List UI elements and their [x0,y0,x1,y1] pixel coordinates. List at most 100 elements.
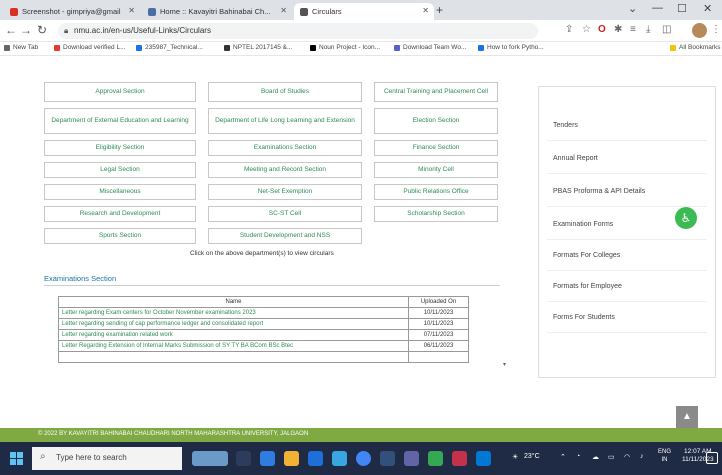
bookmark-item[interactable]: Download Team Wo... [394,44,466,51]
table-header-row: Name Uploaded On [58,296,469,308]
url-input[interactable]: 🔒︎ nmu.ac.in/en-us/Useful-Links/Circular… [58,23,538,39]
divider [547,173,707,174]
sidebar-link[interactable]: Forms For Students [553,314,615,321]
sidebar-link[interactable]: PBAS Proforma & API Details [553,188,645,195]
network-icon[interactable]: ◔ [576,453,580,460]
department-link[interactable]: Sports Section [44,228,196,244]
tab-circulars[interactable]: Circulars ✕ [294,3,434,20]
wifi-icon[interactable]: ◠ [624,453,630,461]
department-link[interactable]: Minority Cell [374,162,498,178]
teams-icon[interactable] [404,451,419,466]
maximize-icon[interactable]: ☐ [677,2,687,15]
department-link[interactable]: Student Development and NSS [208,228,362,244]
volume-icon[interactable]: ♪ [640,453,644,460]
tab-screenshot[interactable]: Screenshot - gimpriya@gmail ✕ [4,3,140,20]
windows-start-icon[interactable] [10,452,23,465]
star-icon[interactable]: ☆ [582,24,591,35]
circular-link[interactable]: Letter Regarding Extension of Internal M… [58,340,409,352]
plus-icon[interactable]: + [436,3,443,17]
mail-icon[interactable] [332,451,347,466]
menu-icon[interactable]: ⋮ [711,24,721,35]
edge-icon[interactable] [260,451,275,466]
bookmark-item[interactable]: Noun Project - Icon... [310,44,380,51]
circular-link[interactable]: Letter regarding Exam centers for Octobe… [58,307,409,319]
department-link[interactable]: Legal Section [44,162,196,178]
bookmark-label: All Bookmarks [679,44,721,51]
bookmark-item[interactable]: New Tab [4,44,38,51]
avatar[interactable] [692,23,707,38]
department-link[interactable]: Public Relations Office [374,184,498,200]
scroll-down-icon[interactable]: ▾ [503,361,506,368]
bookmark-item[interactable]: How to fork Pytho... [478,44,544,51]
department-link[interactable]: Finance Section [374,140,498,156]
department-link[interactable]: Central Training and Placement Cell [374,82,498,102]
bookmark-label: 235987_Technical... [145,44,203,51]
close-icon[interactable]: ✕ [280,6,287,15]
department-link[interactable]: Department of External Education and Lea… [44,108,196,134]
battery-icon[interactable]: ▭ [608,453,615,461]
department-link[interactable]: Board of Studies [208,82,362,102]
task-view-icon[interactable] [236,451,251,466]
reload-icon[interactable]: ↻ [37,23,47,37]
download-icon[interactable]: ⤓ [646,24,650,35]
back-to-top-button[interactable]: ▲ [676,406,698,428]
language-indicator[interactable]: ENG IN [658,449,671,465]
circular-link[interactable]: Letter regarding examination related wor… [58,329,409,341]
accessibility-icon[interactable]: ♿︎ [675,207,697,229]
forward-icon[interactable]: → [20,23,32,37]
department-link[interactable]: Research and Development [44,206,196,222]
department-link[interactable]: Meeting and Record Section [208,162,362,178]
extensions-icon[interactable]: ✱ [614,24,622,35]
reading-list-icon[interactable]: ≡ [630,24,636,35]
upload-date: 06/11/2023 [408,340,469,352]
app-icon[interactable] [476,451,491,466]
department-link[interactable]: Scholarship Section [374,206,498,222]
upload-date: 10/11/2023 [408,318,469,330]
store-icon[interactable] [308,451,323,466]
back-icon[interactable]: ← [5,23,17,37]
notification-icon[interactable] [706,452,718,464]
chrome-icon[interactable] [356,451,371,466]
bookmark-item[interactable]: 235987_Technical... [136,44,203,51]
divider [547,239,707,240]
side-panel-icon[interactable]: ◫ [662,24,671,35]
department-link[interactable]: Election Section [374,108,498,134]
close-icon[interactable]: ✕ [128,6,135,15]
weather-text[interactable]: 23°C [524,453,540,460]
circular-link[interactable]: Letter regarding sending of cap performa… [58,318,409,330]
tray-chevron-icon[interactable]: ⌃ [560,453,566,461]
minimize-icon[interactable]: — [652,2,663,14]
chevron-down-icon[interactable]: ⌄ [628,2,637,15]
bookmark-item[interactable]: NPTEL 2017145 &... [224,44,292,51]
all-bookmarks-button[interactable]: All Bookmarks [670,44,721,51]
department-link[interactable]: SC-ST Cell [208,206,362,222]
sidebar-link[interactable]: Examination Forms [553,221,613,228]
taskbar-search-input[interactable]: ⌕ Type here to search [32,447,182,470]
upload-date: 07/11/2023 [408,329,469,341]
department-link[interactable]: Approval Section [44,82,196,102]
tab-home[interactable]: Home :: Kavayitri Bahinabai Ch... ✕ [142,3,292,20]
department-link[interactable]: Eligibility Section [44,140,196,156]
column-header-uploaded: Uploaded On [408,296,469,308]
sidebar-link[interactable]: Formats For Colleges [553,252,620,259]
close-window-icon[interactable]: ✕ [703,2,712,15]
share-icon[interactable]: ⇪ [565,24,573,35]
sidebar-link[interactable]: Annual Report [553,155,598,162]
sidebar-link[interactable]: Tenders [553,122,578,129]
app-icon[interactable] [428,451,443,466]
department-link[interactable]: Department of Life Long Learning and Ext… [208,108,362,134]
app-icon[interactable] [380,451,395,466]
file-explorer-icon[interactable] [284,451,299,466]
opera-icon[interactable]: O [598,24,606,35]
weather-icon[interactable]: ☀ [512,453,518,461]
app-icon[interactable] [452,451,467,466]
department-link[interactable]: Net-Set Exemption [208,184,362,200]
close-icon[interactable]: ✕ [422,6,429,15]
bookmark-item[interactable]: Download verified L... [54,44,126,51]
department-link[interactable]: Miscellaneous [44,184,196,200]
cloud-icon[interactable]: ☁ [592,453,599,461]
widgets-icon[interactable] [192,451,228,466]
circular-link[interactable] [58,351,409,363]
sidebar-link[interactable]: Formats for Employee [553,283,622,290]
department-link[interactable]: Examinations Section [208,140,362,156]
